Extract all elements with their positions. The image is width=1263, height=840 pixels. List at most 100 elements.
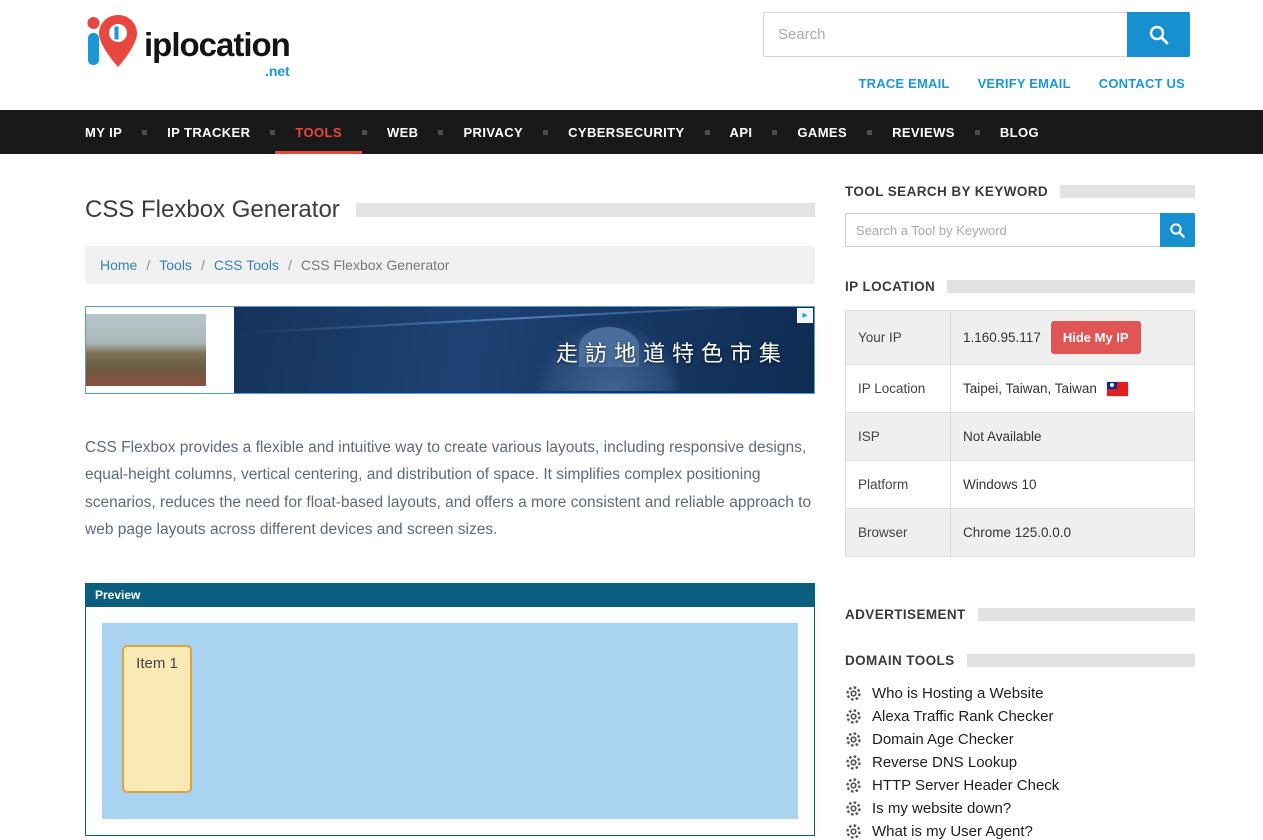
preview-panel: Preview Item 1	[85, 583, 815, 836]
ip-location-heading-row: IP LOCATION	[845, 279, 1195, 294]
row-label: Browser	[846, 509, 951, 556]
breadcrumb-separator: /	[201, 257, 205, 273]
row-label: Your IP	[846, 311, 951, 364]
list-item: HTTP Server Header Check	[845, 777, 1195, 794]
header: iplocation .net TRACE EMAIL VERIFY EMAIL…	[0, 0, 1263, 110]
table-row-isp: ISP Not Available	[846, 413, 1194, 461]
tool-search-input[interactable]	[845, 213, 1160, 247]
domain-tool-link-http-header[interactable]: HTTP Server Header Check	[872, 777, 1059, 794]
search-button[interactable]	[1127, 12, 1190, 57]
nav-item-privacy[interactable]: PRIVACY	[443, 110, 543, 154]
preview-body: Item 1	[86, 607, 814, 835]
row-value: Not Available	[951, 413, 1194, 460]
tool-search-button[interactable]	[1160, 213, 1195, 247]
ad-banner[interactable]: 走訪地道特色市集 ▸	[85, 306, 815, 394]
preview-header: Preview	[86, 584, 814, 607]
nav-item-tools[interactable]: TOOLS	[275, 110, 362, 154]
hide-my-ip-button[interactable]: Hide My IP	[1051, 321, 1141, 354]
domain-tools-list: Who is Hosting a Website Alexa Traffic R…	[845, 685, 1195, 840]
nav-item-ip-tracker[interactable]: IP TRACKER	[147, 110, 270, 154]
domain-tool-link-reverse-dns[interactable]: Reverse DNS Lookup	[872, 754, 1017, 771]
tool-search-heading: TOOL SEARCH BY KEYWORD	[845, 184, 1048, 199]
title-decorative-bar	[356, 203, 815, 217]
breadcrumb-home[interactable]: Home	[100, 257, 137, 273]
heading-decorative-bar	[947, 280, 1195, 293]
main-content: CSS Flexbox Generator Home / Tools / CSS…	[85, 184, 815, 840]
nav-item-web[interactable]: WEB	[367, 110, 439, 154]
taiwan-flag-icon	[1107, 382, 1128, 396]
nav-item-reviews[interactable]: REVIEWS	[872, 110, 975, 154]
ad-left-image	[86, 314, 206, 386]
search-icon	[1169, 222, 1186, 239]
your-ip-value: 1.160.95.117	[963, 330, 1041, 345]
page-title: CSS Flexbox Generator	[85, 196, 340, 224]
ad-main-image: 走訪地道特色市集	[234, 307, 814, 393]
gear-icon	[845, 823, 862, 840]
tool-search	[845, 213, 1195, 247]
search-icon	[1148, 24, 1170, 46]
row-label: ISP	[846, 413, 951, 460]
row-value: 1.160.95.117 Hide My IP	[951, 311, 1194, 364]
gear-icon	[845, 731, 862, 748]
domain-tool-link-hosting[interactable]: Who is Hosting a Website	[872, 685, 1043, 702]
gear-icon	[845, 708, 862, 725]
ip-location-heading: IP LOCATION	[845, 279, 935, 294]
page-body: CSS Flexbox Generator Home / Tools / CSS…	[0, 154, 1263, 840]
table-row-platform: Platform Windows 10	[846, 461, 1194, 509]
advertisement-heading: ADVERTISEMENT	[845, 607, 966, 622]
nav-item-api[interactable]: API	[710, 110, 773, 154]
breadcrumb: Home / Tools / CSS Tools / CSS Flexbox G…	[85, 246, 815, 284]
nav-item-cybersecurity[interactable]: CYBERSECURITY	[548, 110, 704, 154]
flex-item-1[interactable]: Item 1	[122, 645, 192, 793]
heading-decorative-bar	[978, 608, 1195, 621]
row-value: Taipei, Taiwan, Taiwan	[951, 365, 1194, 412]
ad-choices-icon[interactable]: ▸	[797, 308, 813, 323]
iplocation-logo-icon	[84, 12, 140, 72]
logo-text: iplocation	[144, 26, 290, 63]
table-row-browser: Browser Chrome 125.0.0.0	[846, 509, 1194, 557]
list-item: Domain Age Checker	[845, 731, 1195, 748]
page-title-row: CSS Flexbox Generator	[85, 196, 815, 224]
sidebar: TOOL SEARCH BY KEYWORD IP LOCATION Your …	[845, 184, 1195, 840]
breadcrumb-tools[interactable]: Tools	[159, 257, 192, 273]
domain-tool-link-user-agent[interactable]: What is my User Agent?	[872, 823, 1033, 840]
tool-description: CSS Flexbox provides a flexible and intu…	[85, 434, 815, 543]
gear-icon	[845, 685, 862, 702]
heading-decorative-bar	[967, 654, 1195, 667]
verify-email-link[interactable]: VERIFY EMAIL	[978, 76, 1071, 91]
nav-item-blog[interactable]: BLOG	[980, 110, 1059, 154]
gear-icon	[845, 800, 862, 817]
domain-tool-link-website-down[interactable]: Is my website down?	[872, 800, 1011, 817]
nav-item-my-ip[interactable]: MY IP	[65, 110, 142, 154]
logo-suffix: .net	[265, 63, 290, 79]
domain-tool-link-alexa-rank[interactable]: Alexa Traffic Rank Checker	[872, 708, 1053, 725]
advertisement-heading-row: ADVERTISEMENT	[845, 607, 1195, 622]
row-value: Chrome 125.0.0.0	[951, 509, 1194, 556]
ad-gap	[206, 307, 234, 393]
nav-item-games[interactable]: GAMES	[777, 110, 867, 154]
tool-search-heading-row: TOOL SEARCH BY KEYWORD	[845, 184, 1195, 199]
domain-tool-link-domain-age[interactable]: Domain Age Checker	[872, 731, 1014, 748]
list-item: Alexa Traffic Rank Checker	[845, 708, 1195, 725]
ip-info-table: Your IP 1.160.95.117 Hide My IP IP Locat…	[845, 310, 1195, 557]
gear-icon	[845, 777, 862, 794]
row-label: Platform	[846, 461, 951, 508]
ad-streak-decoration	[234, 307, 813, 334]
table-row-ip-location: IP Location Taipei, Taiwan, Taiwan	[846, 365, 1194, 413]
table-row-your-ip: Your IP 1.160.95.117 Hide My IP	[846, 311, 1194, 365]
flex-preview-container: Item 1	[102, 623, 798, 819]
logo[interactable]: iplocation .net	[84, 12, 290, 72]
ad-text: 走訪地道特色市集	[556, 336, 788, 368]
list-item: Is my website down?	[845, 800, 1195, 817]
domain-tools-heading: DOMAIN TOOLS	[845, 653, 955, 668]
heading-decorative-bar	[1060, 185, 1195, 198]
ip-location-value: Taipei, Taiwan, Taiwan	[963, 381, 1097, 396]
trace-email-link[interactable]: TRACE EMAIL	[859, 76, 950, 91]
header-links: TRACE EMAIL VERIFY EMAIL CONTACT US	[859, 76, 1185, 91]
header-search	[763, 12, 1190, 57]
search-input[interactable]	[763, 12, 1127, 57]
breadcrumb-css-tools[interactable]: CSS Tools	[214, 257, 279, 273]
list-item: Who is Hosting a Website	[845, 685, 1195, 702]
main-nav: MY IP IP TRACKER TOOLS WEB PRIVACY CYBER…	[0, 110, 1263, 154]
contact-us-link[interactable]: CONTACT US	[1099, 76, 1185, 91]
